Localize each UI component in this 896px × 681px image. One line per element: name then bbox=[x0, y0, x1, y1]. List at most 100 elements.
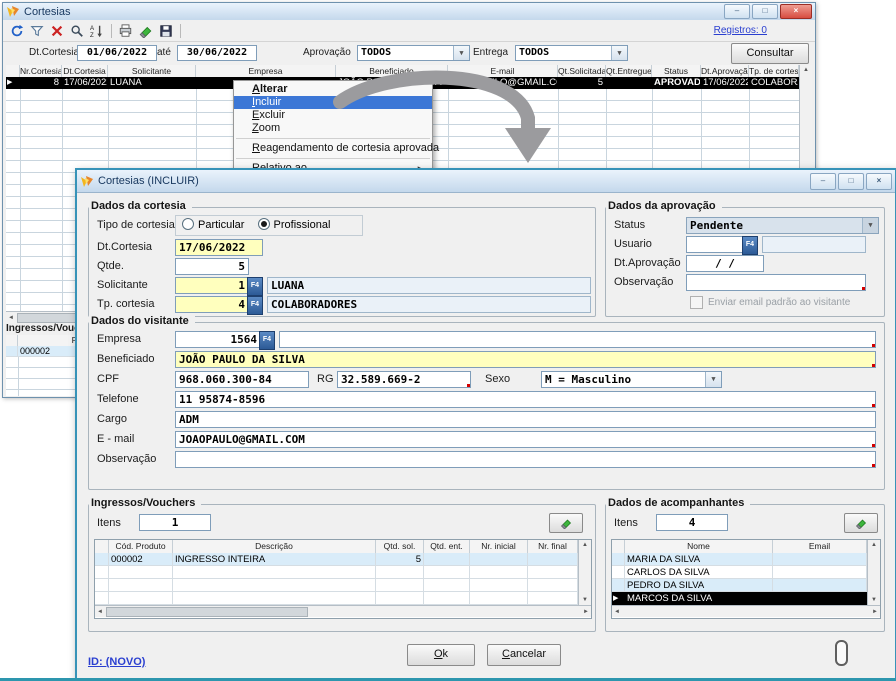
ingressos-vertical-scrollbar[interactable]: ▲▼ bbox=[578, 540, 591, 605]
eraser-icon bbox=[854, 517, 868, 529]
dt-to-field[interactable]: 30/06/2022 bbox=[177, 45, 257, 61]
save-icon[interactable] bbox=[156, 22, 175, 40]
usuario-name-field bbox=[762, 236, 866, 253]
acompanhantes-grid-header: Nome Email bbox=[612, 540, 867, 554]
chevron-down-icon[interactable]: ▼ bbox=[611, 46, 627, 60]
dt-cortesia-filter-label: Dt.Cortesia bbox=[29, 47, 79, 58]
close-button[interactable]: × bbox=[866, 173, 892, 190]
table-row[interactable]: CARLOS DA SILVA bbox=[612, 566, 867, 579]
cargo-field[interactable]: ADM bbox=[175, 411, 876, 428]
ok-button[interactable]: Ok bbox=[407, 644, 475, 666]
status-select[interactable]: Pendente ▼ bbox=[686, 217, 879, 234]
dt-aprovacao-label: Dt.Aprovação bbox=[614, 257, 681, 269]
acompanhantes-horizontal-scrollbar[interactable]: ◄► bbox=[612, 605, 880, 617]
group-dados-cortesia: Dados da cortesia Tipo de cortesia Parti… bbox=[88, 207, 596, 317]
group-title: Dados da cortesia bbox=[89, 200, 192, 212]
ingressos-horizontal-scrollbar[interactable]: ◄► bbox=[95, 605, 591, 617]
radio-on-icon bbox=[258, 218, 270, 230]
scroll-right-icon: ► bbox=[872, 609, 878, 615]
email-field[interactable]: JOAOPAULO@GMAIL.COM bbox=[175, 431, 876, 448]
itens-acompanhantes-label: Itens bbox=[614, 517, 638, 529]
incluir-titlebar[interactable]: Cortesias (INCLUIR) – □ × bbox=[77, 170, 895, 193]
usuario-code-field[interactable] bbox=[686, 236, 744, 253]
cpf-field[interactable]: 968.060.300-84 bbox=[175, 371, 309, 388]
svg-text:A: A bbox=[90, 25, 95, 32]
group-dados-visitante: Dados do visitante Empresa 1564 F4 Benef… bbox=[88, 322, 885, 490]
solicitante-code-field[interactable]: 1 bbox=[175, 277, 249, 294]
dt-from-field[interactable]: 01/06/2022 bbox=[77, 45, 157, 61]
beneficiado-label: Beneficiado bbox=[97, 353, 155, 365]
svg-text:Z: Z bbox=[90, 32, 94, 38]
group-title: Ingressos/Vouchers bbox=[89, 497, 201, 509]
enviar-email-checkbox[interactable]: Enviar email padrão ao visitante bbox=[690, 296, 850, 309]
clear-filter-icon[interactable] bbox=[47, 22, 66, 40]
solicitante-lookup-button[interactable]: F4 bbox=[247, 277, 263, 296]
dt-aprovacao-field[interactable]: / / bbox=[686, 255, 764, 272]
tp-cortesia-label: Tp. cortesia bbox=[97, 298, 154, 310]
telefone-field[interactable]: 11 95874-8596 bbox=[175, 391, 876, 408]
checkbox-icon bbox=[690, 296, 703, 309]
toolbar: AZ Registros: 0 bbox=[3, 20, 815, 42]
consultar-button[interactable]: Consultar bbox=[731, 43, 809, 64]
radio-off-icon bbox=[182, 218, 194, 230]
refresh-icon[interactable] bbox=[7, 22, 26, 40]
beneficiado-field[interactable]: JOÃO PAULO DA SILVA bbox=[175, 351, 876, 368]
minimize-button[interactable]: – bbox=[724, 4, 750, 19]
id-novo-link[interactable]: ID: (NOVO) bbox=[88, 656, 145, 668]
entrega-select[interactable]: TODOS ▼ bbox=[515, 45, 628, 61]
maximize-button[interactable]: □ bbox=[752, 4, 778, 19]
sexo-select[interactable]: M = Masculino ▼ bbox=[541, 371, 722, 388]
acompanhantes-grid: Nome Email MARIA DA SILVA CARLOS DA SILV… bbox=[611, 539, 881, 619]
close-button[interactable]: × bbox=[780, 4, 812, 19]
group-dados-aprovacao: Dados da aprovação Status Pendente ▼ Usu… bbox=[605, 207, 885, 317]
qtde-field[interactable]: 5 bbox=[175, 258, 249, 275]
itens-acompanhantes-field[interactable]: 4 bbox=[656, 514, 728, 531]
maximize-button[interactable]: □ bbox=[838, 173, 864, 190]
cortesias-titlebar[interactable]: Cortesias – □ × bbox=[3, 3, 815, 21]
table-row[interactable]: PEDRO DA SILVA bbox=[612, 579, 867, 592]
usuario-label: Usuario bbox=[614, 238, 652, 250]
radio-profissional[interactable]: Profissional bbox=[258, 219, 331, 231]
registros-link[interactable]: Registros: 0 bbox=[714, 25, 767, 36]
ate-label: até bbox=[157, 47, 171, 58]
chevron-down-icon[interactable]: ▼ bbox=[453, 46, 469, 60]
rg-label: RG bbox=[317, 373, 334, 385]
search-icon[interactable] bbox=[67, 22, 86, 40]
cancelar-button[interactable]: Cancelar bbox=[487, 644, 561, 666]
usuario-lookup-button[interactable]: F4 bbox=[742, 236, 758, 255]
sort-icon[interactable]: AZ bbox=[87, 22, 106, 40]
tp-cortesia-code-field[interactable]: 4 bbox=[175, 296, 249, 313]
rg-field[interactable]: 32.589.669-2 bbox=[337, 371, 471, 388]
empresa-lookup-button[interactable]: F4 bbox=[259, 331, 275, 350]
print-icon[interactable] bbox=[116, 22, 135, 40]
table-row[interactable]: MARIA DA SILVA bbox=[612, 553, 867, 566]
table-row-empty bbox=[95, 579, 578, 592]
acompanhantes-vertical-scrollbar[interactable]: ▲▼ bbox=[867, 540, 880, 605]
group-acompanhantes: Dados de acompanhantes Itens 4 Nome Emai… bbox=[605, 504, 885, 632]
email-label: E - mail bbox=[97, 433, 134, 445]
eraser-icon bbox=[559, 517, 573, 529]
dt-cortesia-field[interactable]: 17/06/2022 bbox=[175, 239, 263, 256]
chevron-down-icon[interactable]: ▼ bbox=[705, 372, 721, 387]
empresa-code-field[interactable]: 1564 bbox=[175, 331, 261, 348]
tp-cortesia-lookup-button[interactable]: F4 bbox=[247, 296, 263, 315]
table-row-selected[interactable]: ▶MARCOS DA SILVA bbox=[612, 592, 867, 605]
clear-acompanhantes-button[interactable] bbox=[844, 513, 878, 533]
observacao-aprovacao-field[interactable] bbox=[686, 274, 866, 291]
entrega-filter-label: Entrega bbox=[473, 47, 508, 58]
table-row[interactable]: 000002 INGRESSO INTEIRA 5 bbox=[95, 553, 578, 566]
eraser-icon[interactable] bbox=[136, 22, 155, 40]
clear-ingressos-button[interactable] bbox=[549, 513, 583, 533]
ingressos-grid: Cód. Produto Descrição Qtd. sol. Qtd. en… bbox=[94, 539, 592, 619]
minimize-button[interactable]: – bbox=[810, 173, 836, 190]
observacao-visitante-field[interactable] bbox=[175, 451, 876, 468]
itens-ingressos-field[interactable]: 1 bbox=[139, 514, 211, 531]
scroll-left-icon: ◄ bbox=[614, 609, 620, 615]
aprovacao-select[interactable]: TODOS ▼ bbox=[357, 45, 470, 61]
cargo-label: Cargo bbox=[97, 413, 127, 425]
radio-particular[interactable]: Particular bbox=[182, 219, 244, 231]
filter-icon[interactable] bbox=[27, 22, 46, 40]
empresa-name-field[interactable] bbox=[279, 331, 876, 348]
status-label: Status bbox=[614, 219, 645, 231]
sexo-label: Sexo bbox=[485, 373, 510, 385]
